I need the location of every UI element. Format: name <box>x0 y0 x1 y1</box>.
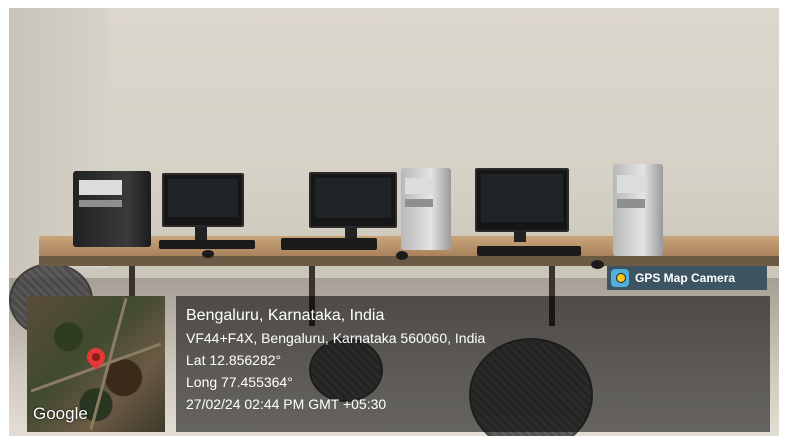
keyboard <box>159 240 255 249</box>
desk-edge <box>39 256 779 266</box>
drive-bay <box>405 199 433 208</box>
location-address: VF44+F4X, Bengaluru, Karnataka 560060, I… <box>186 330 486 346</box>
keyboard <box>477 246 581 256</box>
monitor-stand <box>195 227 207 241</box>
drive-bay <box>617 198 645 209</box>
badge-label: GPS Map Camera <box>635 271 736 285</box>
monitor <box>309 172 397 228</box>
location-longitude: Long 77.455364° <box>186 374 293 390</box>
map-attribution: Google <box>33 404 88 423</box>
monitor <box>162 173 244 227</box>
mouse <box>202 250 214 258</box>
mouse <box>396 251 408 260</box>
gps-map-camera-badge: GPS Map Camera <box>607 266 767 290</box>
monitor-screen <box>481 174 563 222</box>
gps-map-camera-icon <box>611 269 629 287</box>
monitor-screen <box>168 179 238 217</box>
drive-bay <box>79 199 123 208</box>
computer-tower <box>401 168 451 250</box>
drive-bay <box>79 180 123 196</box>
map-thumbnail: Google <box>27 296 165 432</box>
monitor-stand <box>514 230 526 242</box>
keyboard <box>281 238 377 250</box>
computer-tower <box>73 171 151 247</box>
location-pin-icon <box>83 344 109 370</box>
location-city: Bengaluru, Karnataka, India <box>186 307 385 324</box>
photo-frame: GPS Map Camera Google Bengaluru, Karnata… <box>0 0 788 443</box>
monitor <box>475 168 569 232</box>
location-datetime: 27/02/24 02:44 PM GMT +05:30 <box>186 396 387 412</box>
drive-bay <box>405 177 433 195</box>
mouse <box>591 260 604 269</box>
location-info-overlay: Bengaluru, Karnataka, India VF44+F4X, Be… <box>176 296 770 432</box>
computer-tower <box>613 164 663 256</box>
monitor-screen <box>315 178 391 218</box>
location-latitude: Lat 12.856282° <box>186 352 282 368</box>
drive-bay <box>617 175 645 194</box>
